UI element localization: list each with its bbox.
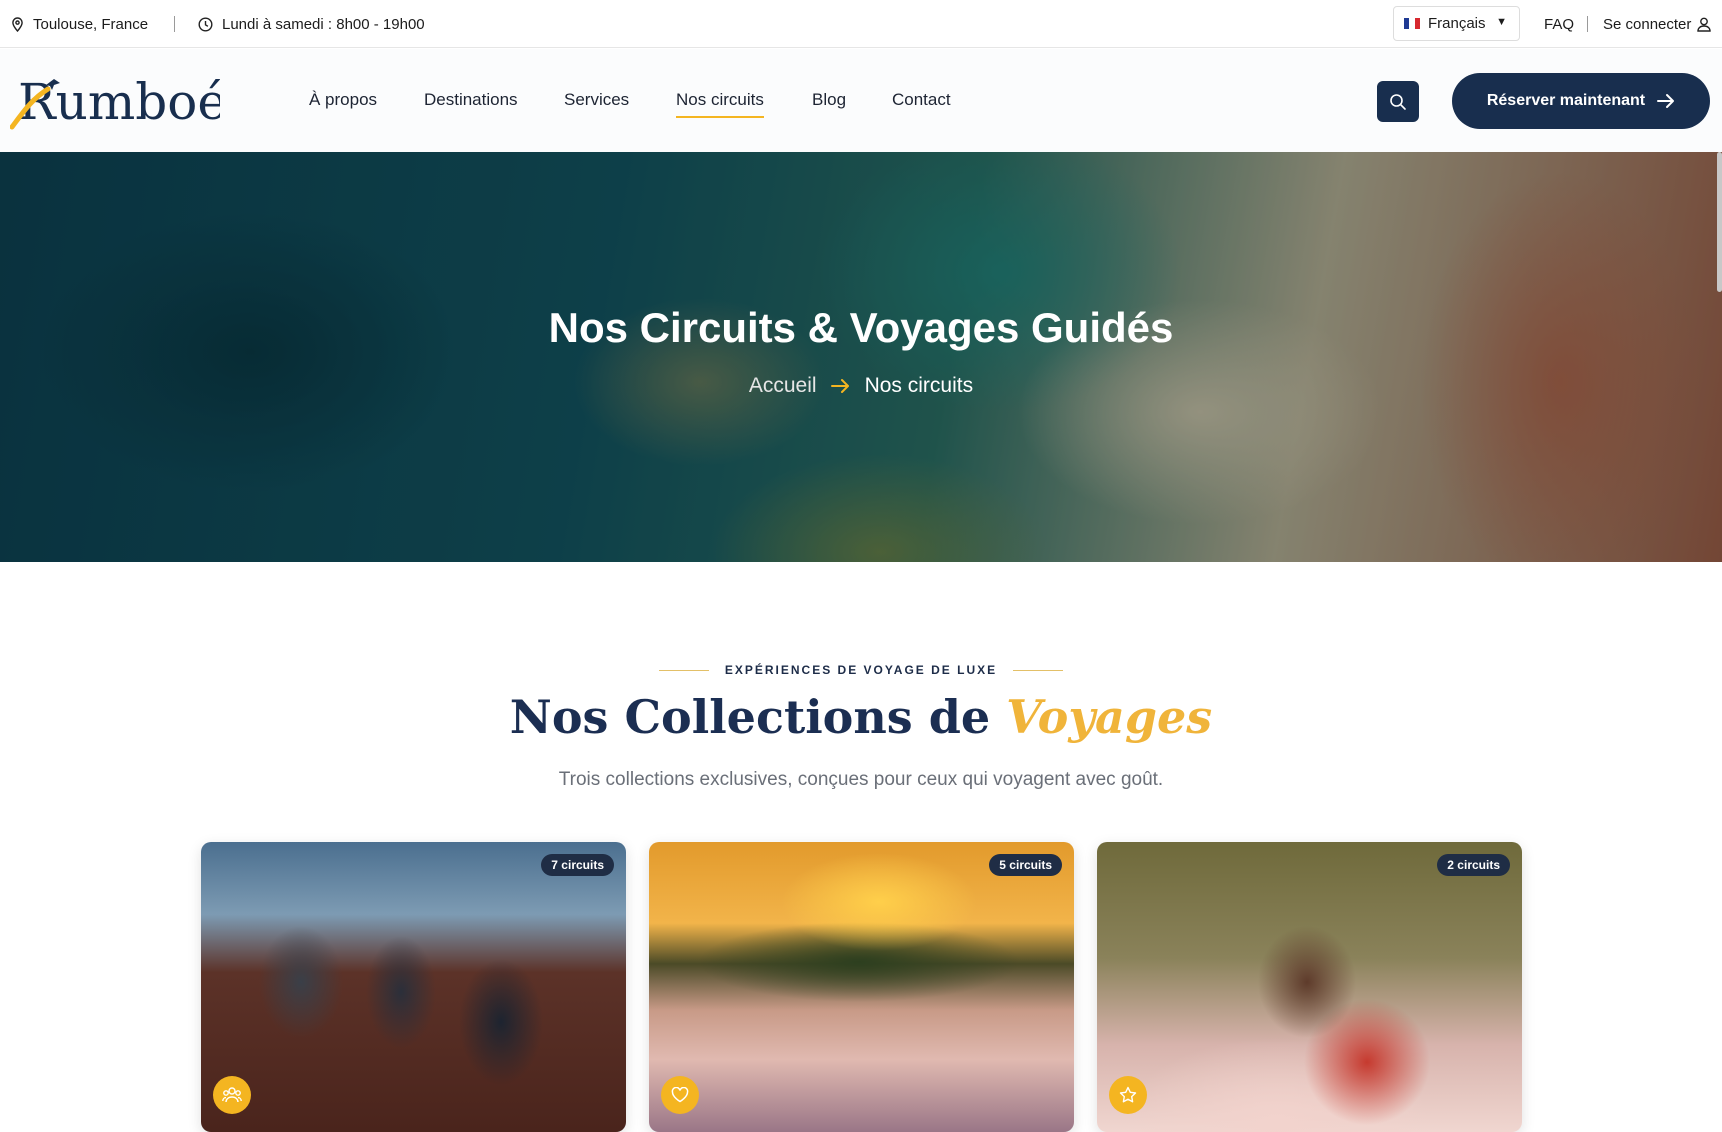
- nav-item-contact[interactable]: Contact: [892, 90, 951, 110]
- breadcrumb-current: Nos circuits: [864, 374, 974, 397]
- section-title-accent: Voyages: [1006, 690, 1213, 744]
- nav-item-a-propos[interactable]: À propos: [309, 90, 377, 110]
- search-icon: [1390, 93, 1406, 110]
- hero-overlay: [0, 152, 1722, 562]
- search-button[interactable]: [1377, 81, 1419, 122]
- star-icon: [1109, 1076, 1147, 1114]
- breadcrumb: Accueil Nos circuits: [0, 374, 1722, 398]
- group-icon: [213, 1076, 251, 1114]
- svg-text:Rumboé: Rumboé: [18, 73, 220, 131]
- hero-banner: Nos Circuits & Voyages Guidés Accueil No…: [0, 152, 1722, 562]
- nav-item-nos-circuits[interactable]: Nos circuits: [676, 90, 764, 118]
- login-label: Se connecter: [1603, 15, 1692, 33]
- faq-link[interactable]: FAQ: [1544, 0, 1574, 48]
- login-link[interactable]: Se connecter: [1603, 0, 1712, 48]
- arrow-right-icon: [830, 379, 849, 393]
- nav-item-destinations[interactable]: Destinations: [424, 90, 518, 110]
- section-title: Nos Collections de Voyages: [0, 690, 1722, 744]
- breadcrumb-home[interactable]: Accueil: [749, 374, 817, 398]
- collection-card-celebration[interactable]: 2 circuits: [1097, 842, 1522, 1132]
- eyebrow-text: EXPÉRIENCES DE VOYAGE DE LUXE: [724, 663, 998, 677]
- arrow-right-icon: [1657, 94, 1675, 108]
- location-text: Toulouse, France: [33, 15, 149, 33]
- scrollbar-thumb[interactable]: [1717, 152, 1722, 292]
- location-info: Toulouse, France: [11, 0, 148, 48]
- nav-item-services[interactable]: Services: [564, 90, 629, 110]
- circuits-count-badge: 2 circuits: [1437, 854, 1510, 876]
- page-title: Nos Circuits & Voyages Guidés: [548, 304, 1174, 351]
- book-now-button[interactable]: Réserver maintenant: [1452, 73, 1710, 129]
- section-title-main: Nos Collections de: [509, 690, 991, 744]
- book-now-label: Réserver maintenant: [1486, 92, 1646, 109]
- language-label: Français: [1428, 15, 1486, 32]
- section-lead: Trois collections exclusives, conçues po…: [558, 769, 1164, 790]
- divider: [174, 16, 175, 32]
- faq-label: FAQ: [1544, 15, 1575, 33]
- divider: [1587, 16, 1588, 32]
- user-icon: [1697, 17, 1712, 32]
- french-flag-icon: [1404, 18, 1420, 29]
- nav-item-blog[interactable]: Blog: [812, 90, 846, 110]
- heart-icon: [661, 1076, 699, 1114]
- circuits-count-badge: 7 circuits: [541, 854, 614, 876]
- eyebrow-line: [658, 669, 709, 671]
- main-header: Rumboé À propos Destinations Services No…: [0, 49, 1722, 152]
- language-select[interactable]: Français ▼: [1393, 6, 1520, 41]
- map-pin-icon: [12, 16, 23, 32]
- hours-text: Lundi à samedi : 8h00 - 19h00: [222, 15, 425, 33]
- clock-icon: [198, 16, 213, 32]
- hours-info: Lundi à samedi : 8h00 - 19h00: [198, 0, 425, 48]
- top-bar: Toulouse, France Lundi à samedi : 8h00 -…: [0, 0, 1722, 48]
- eyebrow-line: [1013, 669, 1064, 671]
- brand-logo[interactable]: Rumboé: [9, 71, 227, 131]
- collection-card-romance[interactable]: 5 circuits: [649, 842, 1074, 1132]
- logo-mark: Rumboé: [9, 73, 227, 131]
- circuits-count-badge: 5 circuits: [989, 854, 1062, 876]
- caret-down-icon: ▼: [1496, 16, 1507, 28]
- section-eyebrow: EXPÉRIENCES DE VOYAGE DE LUXE: [0, 663, 1722, 677]
- collection-card-group[interactable]: 7 circuits: [201, 842, 626, 1132]
